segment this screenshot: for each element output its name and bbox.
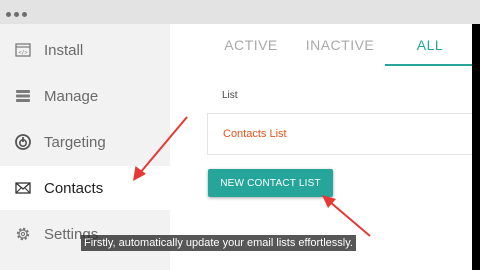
sidebar-item-manage[interactable]: Manage	[0, 74, 170, 118]
new-contact-list-button[interactable]: NEW CONTACT LIST	[208, 169, 333, 197]
active-tab-indicator	[385, 64, 472, 66]
gear-icon	[15, 226, 31, 242]
close-dot[interactable]	[6, 12, 11, 17]
tab-active[interactable]: ACTIVE	[210, 24, 292, 66]
video-caption: Firstly, automatically update your email…	[81, 235, 356, 251]
tab-all[interactable]: ALL	[388, 24, 472, 66]
sidebar-item-install[interactable]: </> Install	[0, 28, 170, 72]
app-window: </> Install Manage Targeting Contacts Se…	[0, 24, 472, 270]
tab-inactive[interactable]: INACTIVE	[292, 24, 388, 66]
sidebar-item-label: Contacts	[44, 179, 104, 197]
window-controls	[6, 12, 27, 17]
sidebar-item-label: Targeting	[44, 133, 106, 151]
sidebar: </> Install Manage Targeting Contacts Se…	[0, 24, 170, 270]
list-column-header: List	[222, 90, 238, 101]
sidebar-item-label: Manage	[44, 87, 99, 105]
envelope-icon	[15, 180, 31, 196]
svg-text:</>: </>	[18, 50, 27, 56]
maximize-dot[interactable]	[22, 12, 27, 17]
minimize-dot[interactable]	[14, 12, 19, 17]
list-item-link[interactable]: Contacts List	[223, 128, 287, 140]
sidebar-item-contacts[interactable]: Contacts	[0, 166, 170, 210]
power-icon	[15, 134, 31, 150]
sidebar-item-label: Install	[44, 41, 84, 59]
list-item[interactable]: Contacts List	[207, 113, 472, 155]
code-window-icon: </>	[15, 42, 31, 58]
list-icon	[15, 88, 31, 104]
status-tabs: ACTIVE INACTIVE ALL	[210, 24, 472, 66]
window-titlebar	[0, 0, 480, 24]
sidebar-item-targeting[interactable]: Targeting	[0, 120, 170, 164]
